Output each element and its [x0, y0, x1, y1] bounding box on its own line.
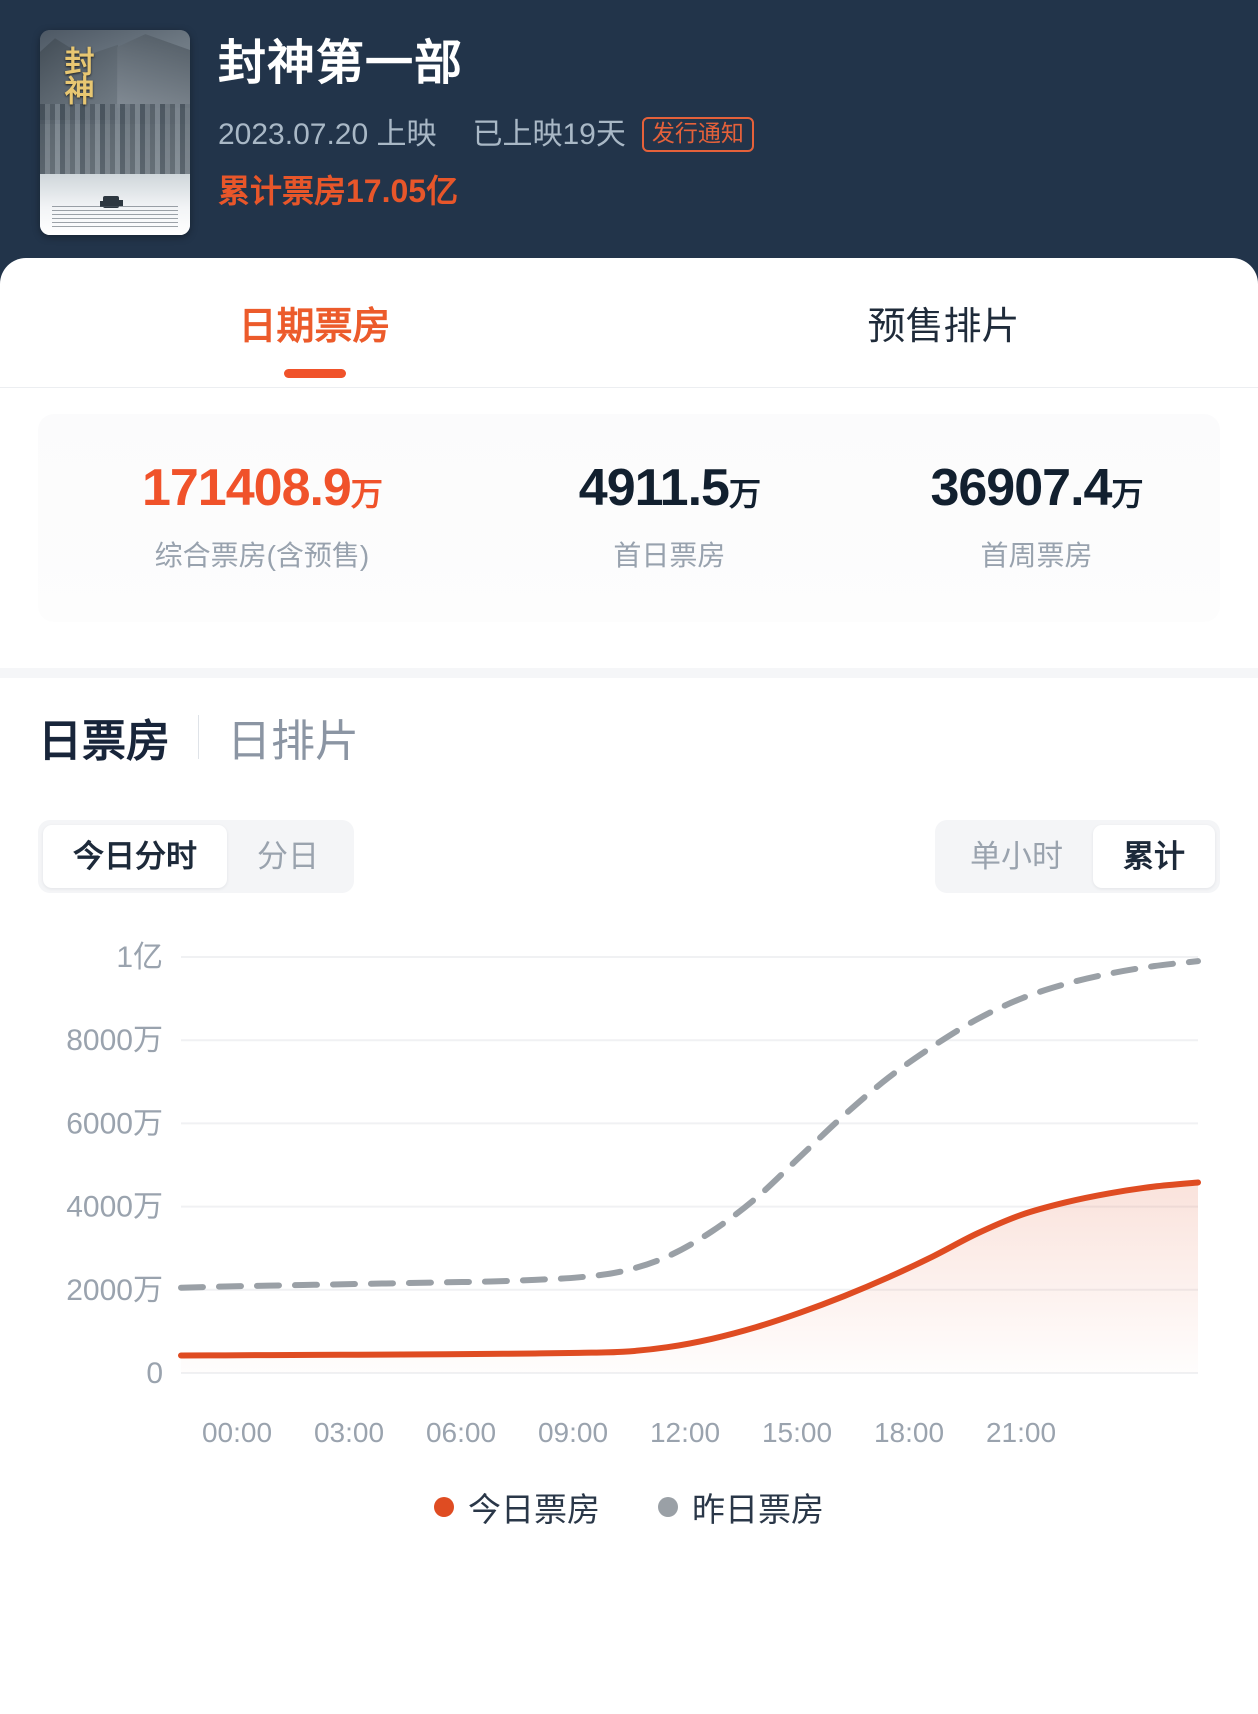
seg-today-hourly[interactable]: 今日分时: [43, 825, 227, 888]
tab-date-boxoffice[interactable]: 日期票房: [0, 295, 629, 378]
chart-controls: 今日分时 分日 单小时 累计: [38, 820, 1220, 893]
content-sheet: 日期票房 预售排片 171408.9万 综合票房(含预售) 4911.5万 首日…: [0, 258, 1258, 1591]
page-title: 封神第一部: [218, 37, 464, 90]
legend-dot-icon: [658, 1497, 678, 1517]
stat-firstday-boxoffice: 4911.5万 首日票房: [486, 462, 853, 574]
spacer: [0, 622, 1258, 668]
seg-single-hour[interactable]: 单小时: [940, 825, 1093, 888]
y-tick-label: 2000万: [66, 1274, 163, 1307]
y-tick-label: 1亿: [116, 941, 163, 974]
x-tick-label: 03:00: [313, 1417, 385, 1448]
poster-credits: [52, 206, 178, 227]
movie-header: 封神 封神第一部 2023.07.20 上映 已上映19天 发行通知 累计票房1…: [0, 0, 1258, 290]
chart-legend: 今日票房 昨日票房: [38, 1483, 1220, 1531]
x-tick-label: 00:00: [201, 1417, 273, 1448]
legend-item[interactable]: 今日票房: [434, 1483, 600, 1531]
segmented-mode: 单小时 累计: [935, 820, 1220, 893]
seg-cumulative[interactable]: 累计: [1093, 825, 1215, 888]
legend-dot-icon: [434, 1497, 454, 1517]
movie-meta-row: 2023.07.20 上映 已上映19天 发行通知: [218, 117, 754, 153]
y-tick-label: 0: [146, 1357, 163, 1390]
legend-label: 今日票房: [468, 1491, 600, 1528]
chart-plot[interactable]: 0 2000万 4000万 6000万 8000万 1亿: [38, 939, 1220, 1409]
poster-crowd: [40, 103, 190, 182]
stat-firstweek-label: 首周票房: [980, 540, 1093, 571]
legend-label: 昨日票房: [692, 1491, 824, 1528]
x-tick-label: 15:00: [761, 1417, 833, 1448]
x-tick-label: 18:00: [873, 1417, 945, 1448]
section-separator: [0, 668, 1258, 678]
y-tick-label: 8000万: [66, 1024, 163, 1057]
stat-total-label: 综合票房(含预售): [154, 540, 370, 571]
stats-card: 171408.9万 综合票房(含预售) 4911.5万 首日票房 36907.4…: [38, 414, 1220, 622]
stat-total-value: 171408.9万: [141, 459, 383, 517]
bottom-spacer: [38, 1531, 1220, 1591]
stat-firstday-label: 首日票房: [613, 540, 726, 571]
stat-total-boxoffice: 171408.9万 综合票房(含预售): [38, 462, 486, 574]
line-chart-svg[interactable]: 0 2000万 4000万 6000万 8000万 1亿: [38, 939, 1220, 1409]
stat-firstweek-value: 36907.4万: [930, 459, 1143, 517]
stat-total-unit: 万: [350, 476, 383, 512]
y-tick-label: 4000万: [66, 1191, 163, 1224]
days-released: 已上映19天: [472, 118, 626, 152]
x-tick-label: 21:00: [985, 1417, 1057, 1448]
seg-by-day[interactable]: 分日: [227, 825, 349, 888]
segmented-range: 今日分时 分日: [38, 820, 354, 893]
subtab-divider: [198, 715, 199, 759]
poster-title-text: 封神: [58, 46, 94, 105]
subtab-daily-schedule[interactable]: 日排片: [227, 705, 359, 769]
x-tick-label: 12:00: [649, 1417, 721, 1448]
tab-presale-schedule-label: 预售排片: [867, 306, 1020, 348]
tab-presale-schedule[interactable]: 预售排片: [629, 295, 1258, 350]
x-tick-label: 09:00: [537, 1417, 609, 1448]
release-date: 2023.07.20 上映: [218, 118, 437, 152]
chart-section-titles: 日票房 日排片: [38, 678, 1220, 796]
app-root: 封神 封神第一部 2023.07.20 上映 已上映19天 发行通知 累计票房1…: [0, 0, 1258, 1714]
stat-firstday-value: 4911.5万: [578, 459, 761, 517]
x-tick-label: 06:00: [425, 1417, 497, 1448]
tab-date-boxoffice-label: 日期票房: [238, 306, 391, 348]
subtab-daily-boxoffice[interactable]: 日票房: [38, 705, 170, 769]
y-tick-label: 6000万: [66, 1107, 163, 1140]
total-boxoffice: 累计票房17.05亿: [218, 173, 459, 210]
chart-x-axis: 00:00 03:00 06:00 09:00 12:00 15:00 18:00 21:00: [181, 1417, 1220, 1449]
movie-poster[interactable]: 封神: [40, 30, 190, 235]
release-notice-badge[interactable]: 发行通知: [641, 117, 754, 153]
stat-firstweek-boxoffice: 36907.4万 首周票房: [853, 462, 1220, 574]
main-tabs: 日期票房 预售排片: [0, 258, 1258, 388]
tab-active-underline: [283, 369, 346, 378]
chart-section: 日票房 日排片 今日分时 分日 单小时 累计 0 2000万 4000万 6000万 8…: [0, 678, 1258, 1591]
stat-firstweek-unit: 万: [1111, 476, 1143, 512]
legend-item[interactable]: 昨日票房: [658, 1483, 824, 1531]
stat-firstday-unit: 万: [728, 476, 761, 512]
movie-info: 封神第一部 2023.07.20 上映 已上映19天 发行通知 累计票房17.0…: [218, 30, 754, 212]
